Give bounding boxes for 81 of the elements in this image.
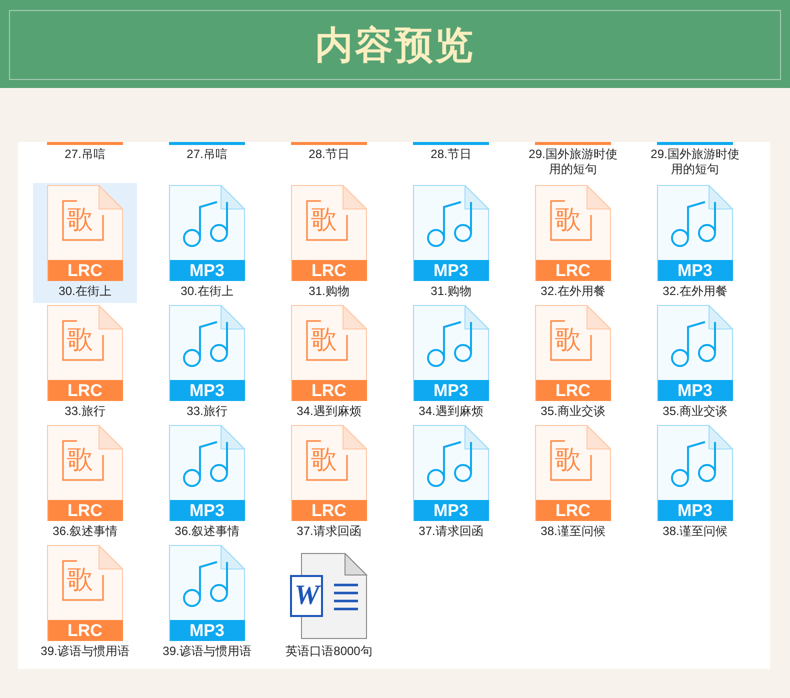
file-item[interactable]: MP3 36.叙述事情 <box>155 423 259 543</box>
file-item[interactable]: MP3 32.在外用餐 <box>643 183 747 303</box>
file-item[interactable]: 歌 LRC 39.谚语与惯用语 <box>33 543 137 663</box>
file-name: 30.在街上 <box>180 284 234 298</box>
lyrics-glyph: 歌 <box>555 204 581 234</box>
file-type-badge: LRC <box>48 380 122 400</box>
file-item[interactable]: MP3 38.谨至问候 <box>643 423 747 543</box>
file-name: 35.商业交谈 <box>662 404 728 418</box>
file-name: 35.商业交谈 <box>540 404 606 418</box>
file-item[interactable]: 歌 LRC 37.请求回函 <box>277 423 381 543</box>
file-name: 27.吊唁 <box>186 147 228 162</box>
file-type-badge: LRC <box>292 380 366 400</box>
file-name: 31.购物 <box>430 284 472 298</box>
file-name: 28.节日 <box>308 147 350 162</box>
file-type-badge: MP3 <box>170 620 244 640</box>
file-item[interactable]: 歌 LRC 33.旅行 <box>33 303 137 423</box>
file-name: 34.遇到麻烦 <box>296 404 362 418</box>
file-name: 37.请求回函 <box>296 524 362 538</box>
file-type-badge: MP3 <box>658 380 732 400</box>
file-item[interactable]: MP3 35.商业交谈 <box>643 303 747 423</box>
lyrics-glyph: 歌 <box>67 204 93 234</box>
file-name: 29.国外旅游时使用的短句 <box>650 147 740 177</box>
file-type-badge: MP3 <box>658 500 732 520</box>
lyrics-glyph: 歌 <box>311 324 337 354</box>
file-type-badge: LRC <box>292 500 366 520</box>
file-item[interactable]: 歌 LRC 32.在外用餐 <box>521 183 625 303</box>
file-name: 34.遇到麻烦 <box>418 404 484 418</box>
file-name: 39.谚语与惯用语 <box>40 644 130 658</box>
lyrics-glyph: 歌 <box>67 324 93 354</box>
file-type-badge: LRC <box>536 380 610 400</box>
file-name: 33.旅行 <box>186 404 228 418</box>
file-type-badge: MP3 <box>170 500 244 520</box>
file-item[interactable]: 歌 LRC 38.谨至问候 <box>521 423 625 543</box>
lyrics-glyph: 歌 <box>311 204 337 234</box>
file-name: 38.谨至问候 <box>540 524 606 538</box>
lyrics-glyph: 歌 <box>311 444 337 474</box>
file-type-badge: LRC <box>48 500 122 520</box>
file-item[interactable]: MP3 33.旅行 <box>155 303 259 423</box>
file-type-badge: MP3 <box>658 260 732 280</box>
file-item[interactable]: 歌 LRC 30.在街上 <box>33 183 137 303</box>
file-name: 英语口语8000句 <box>286 644 372 658</box>
file-name: 36.叙述事情 <box>52 524 118 538</box>
file-type-badge: MP3 <box>170 260 244 280</box>
file-name: 32.在外用餐 <box>540 284 606 298</box>
file-item[interactable]: W 英语口语8000句 <box>277 543 381 663</box>
file-item[interactable]: 歌 LRC 35.商业交谈 <box>521 303 625 423</box>
file-type-badge: LRC <box>536 260 610 280</box>
word-letter: W <box>294 582 321 610</box>
file-item[interactable]: 歌 LRC 34.遇到麻烦 <box>277 303 381 423</box>
file-name: 38.谨至问候 <box>662 524 728 538</box>
lyrics-glyph: 歌 <box>555 324 581 354</box>
file-type-badge: LRC <box>292 260 366 280</box>
file-name: 36.叙述事情 <box>174 524 240 538</box>
file-type-badge: MP3 <box>414 380 488 400</box>
file-item[interactable]: 歌 LRC 36.叙述事情 <box>33 423 137 543</box>
file-item[interactable]: 歌 LRC 31.购物 <box>277 183 381 303</box>
word-document-icon <box>290 553 368 639</box>
lyrics-glyph: 歌 <box>555 444 581 474</box>
file-name: 30.在街上 <box>58 284 112 298</box>
file-item[interactable]: MP3 30.在街上 <box>155 183 259 303</box>
lyrics-glyph: 歌 <box>67 444 93 474</box>
file-name: 27.吊唁 <box>64 147 106 162</box>
file-name: 37.请求回函 <box>418 524 484 538</box>
file-type-badge: LRC <box>536 500 610 520</box>
page-title: 内容预览 <box>315 20 475 68</box>
file-type-badge: LRC <box>48 260 122 280</box>
file-type-badge: LRC <box>48 620 122 640</box>
file-name: 32.在外用餐 <box>662 284 728 298</box>
file-item[interactable]: MP3 34.遇到麻烦 <box>399 303 503 423</box>
file-type-badge: MP3 <box>170 380 244 400</box>
file-item[interactable]: MP3 39.谚语与惯用语 <box>155 543 259 663</box>
lyrics-glyph: 歌 <box>67 564 93 594</box>
file-type-badge: MP3 <box>414 260 488 280</box>
file-name: 33.旅行 <box>64 404 106 418</box>
file-name: 29.国外旅游时使用的短句 <box>528 147 618 177</box>
file-item[interactable]: MP3 37.请求回函 <box>399 423 503 543</box>
file-name: 31.购物 <box>308 284 350 298</box>
file-name: 28.节日 <box>430 147 472 162</box>
file-item[interactable]: MP3 31.购物 <box>399 183 503 303</box>
file-type-badge: MP3 <box>414 500 488 520</box>
file-name: 39.谚语与惯用语 <box>162 644 252 658</box>
